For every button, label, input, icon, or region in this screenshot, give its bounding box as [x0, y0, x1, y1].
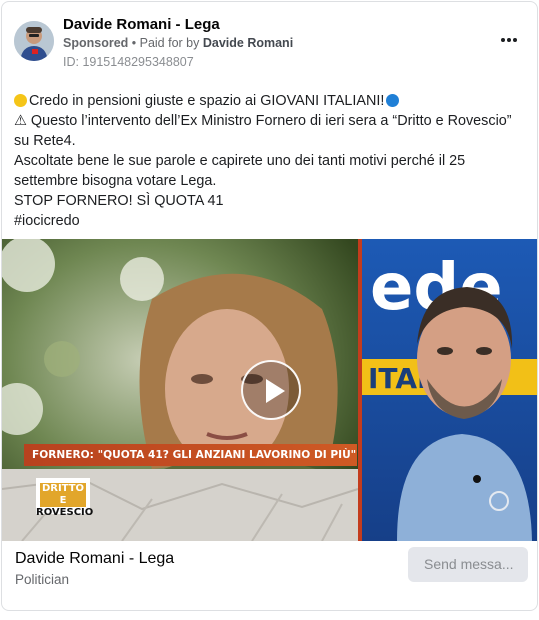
post-line-text: Credo in pensioni giuste e spazio ai GIO… — [29, 93, 385, 109]
post-line: Ascoltate bene le sue parole e capirete … — [14, 153, 466, 189]
sponsor-line: Sponsored • Paid for by Davide Romani — [63, 36, 293, 50]
post-text: Credo in pensioni giuste e spazio ai GIO… — [14, 91, 529, 231]
play-icon[interactable] — [241, 360, 301, 420]
show-logo-line2: ROVESCIO — [36, 507, 94, 518]
post-line: STOP FORNERO! SÌ QUOTA 41 — [14, 193, 224, 209]
page-name[interactable]: Davide Romani - Lega — [63, 16, 220, 33]
post-line: ⚠ Questo l’intervento dell’Ex Ministro F… — [14, 113, 512, 149]
ad-id: ID: 1915148295348807 — [63, 55, 194, 69]
avatar[interactable] — [14, 21, 54, 61]
payer-name: Davide Romani — [202, 36, 294, 50]
blue-circle-icon — [386, 94, 400, 107]
video-player[interactable]: ede ITALIA FORNERO: "QUOTA 41? GLI ANZIA… — [2, 239, 537, 541]
avatar-image — [14, 21, 54, 61]
ellipsis-icon[interactable] — [497, 30, 521, 50]
send-message-button[interactable]: Send messa... — [408, 547, 528, 582]
show-logo-line1: DRITTO E — [40, 483, 86, 507]
yellow-circle-icon — [14, 94, 27, 107]
sponsored-label: Sponsored — [63, 36, 129, 50]
post-line: Credo in pensioni giuste e spazio ai GIO… — [14, 91, 529, 111]
paid-for-by-label: • Paid for by — [128, 36, 203, 50]
footer-category: Politician — [15, 572, 70, 587]
ad-header: Davide Romani - Lega Sponsored • Paid fo… — [2, 2, 537, 76]
footer-page-name[interactable]: Davide Romani - Lega — [15, 550, 174, 568]
hashtag-link[interactable]: #iocicredo — [14, 211, 529, 231]
video-caption: FORNERO: "QUOTA 41? GLI ANZIANI LAVORINO… — [24, 444, 357, 466]
ad-card: Davide Romani - Lega Sponsored • Paid fo… — [1, 1, 538, 611]
show-logo: DRITTO E ROVESCIO — [36, 478, 93, 518]
